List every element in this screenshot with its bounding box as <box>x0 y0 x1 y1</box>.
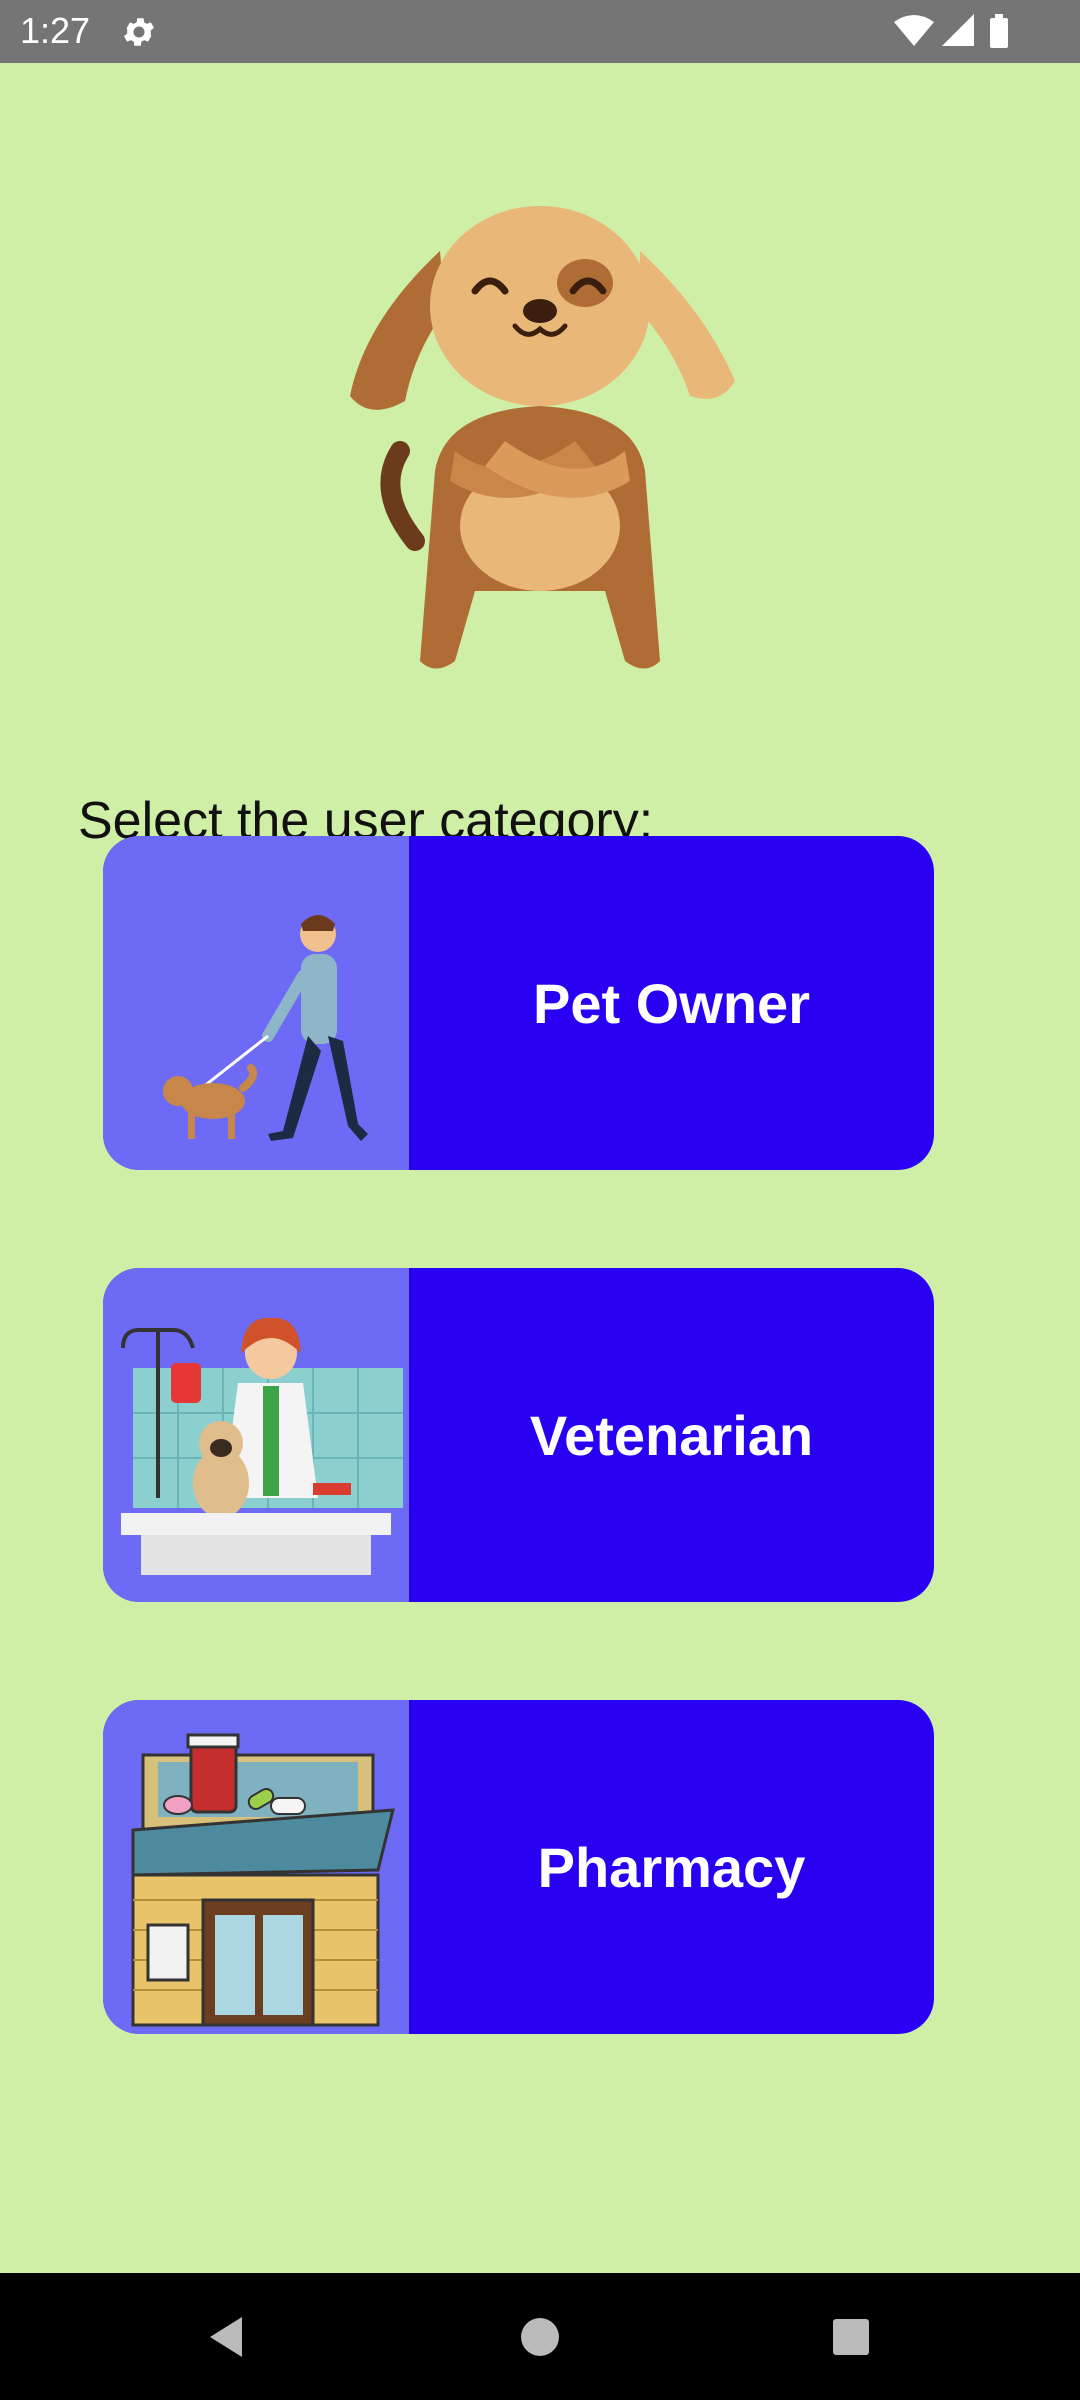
veterinarian-label: Vetenarian <box>529 1403 814 1467</box>
system-status-icons <box>894 14 1008 48</box>
gear-icon <box>123 18 155 46</box>
veterinarian-thumbnail <box>103 1268 409 1602</box>
main-content: Select the user category: Pet Owner Vete… <box>0 63 1080 2273</box>
navigation-bar <box>0 2273 1080 2400</box>
battery-icon <box>990 14 1008 48</box>
pharmacy-building-illustration <box>131 1733 395 2027</box>
pharmacy-thumbnail <box>103 1700 409 2034</box>
veterinarian-button[interactable]: Vetenarian <box>103 1268 934 1602</box>
signal-icon <box>942 14 974 46</box>
pet-owner-thumbnail <box>103 836 409 1170</box>
status-time: 1:27 <box>20 10 91 51</box>
pharmacy-label: Pharmacy <box>537 1835 806 1899</box>
wifi-icon <box>894 15 934 46</box>
veterinarian-with-pug-illustration <box>121 1317 403 1575</box>
pet-owner-label: Pet Owner <box>533 971 810 1035</box>
pet-owner-button[interactable]: Pet Owner <box>103 836 934 1170</box>
person-walking-dog-illustration <box>163 915 368 1141</box>
back-icon[interactable] <box>198 2309 254 2365</box>
home-icon[interactable] <box>512 2309 568 2365</box>
pharmacy-button[interactable]: Pharmacy <box>103 1700 934 2034</box>
recents-icon[interactable] <box>823 2309 879 2365</box>
dog-mascot-illustration <box>350 206 735 669</box>
status-bar: 1:27 <box>0 0 1080 63</box>
